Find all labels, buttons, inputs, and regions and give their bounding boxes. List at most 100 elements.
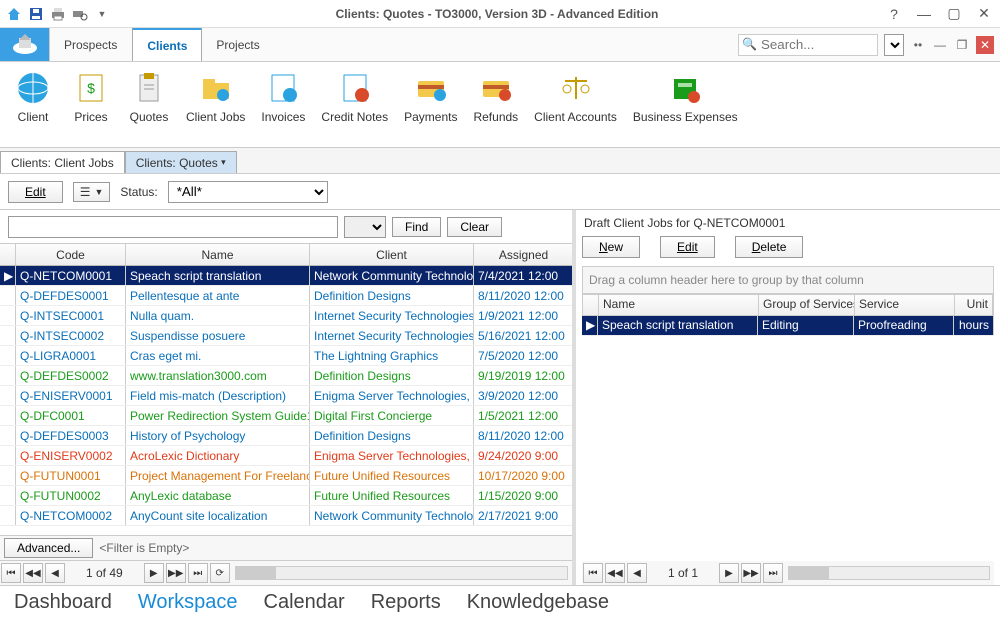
edit-button[interactable]: Edit	[8, 181, 63, 203]
tab-prospects[interactable]: Prospects	[50, 28, 132, 61]
new-button[interactable]: New	[582, 236, 640, 258]
group-by-hint[interactable]: Drag a column header here to group by th…	[582, 266, 994, 294]
status-select[interactable]: *All*	[168, 181, 328, 203]
table-row[interactable]: Q-NETCOM0002AnyCount site localizationNe…	[0, 506, 572, 526]
table-row[interactable]: Q-DEFDES0002www.translation3000.comDefin…	[0, 366, 572, 386]
print-preview-icon[interactable]	[72, 6, 88, 22]
nav-next-page-icon[interactable]: ▶▶	[166, 563, 186, 583]
search-dropdown[interactable]	[884, 34, 904, 56]
nav-prev-page-icon[interactable]: ◀◀	[23, 563, 43, 583]
nav-dashboard[interactable]: Dashboard	[14, 591, 112, 614]
row-indicator-header	[0, 244, 16, 265]
sub-overflow-icon[interactable]: ••	[910, 38, 926, 52]
ribbon-client-accounts[interactable]: Client Accounts	[530, 68, 621, 126]
doc-tab-client-jobs[interactable]: Clients: Client Jobs	[0, 151, 125, 173]
col-header-service[interactable]: Service	[855, 295, 955, 315]
ribbon-prices[interactable]: $Prices	[66, 68, 116, 126]
tab-clients[interactable]: Clients	[132, 28, 202, 61]
nav-first-icon[interactable]: ⏮	[1, 563, 21, 583]
table-row[interactable]: Q-ENISERV0001Field mis-match (Descriptio…	[0, 386, 572, 406]
print-icon[interactable]	[50, 6, 66, 22]
table-row[interactable]: Q-INTSEC0001Nulla quam.Internet Security…	[0, 306, 572, 326]
nav-workspace[interactable]: Workspace	[138, 591, 238, 614]
nav-last-icon[interactable]: ⏭	[763, 563, 783, 583]
nav-knowledgebase[interactable]: Knowledgebase	[467, 591, 609, 614]
ribbon-invoices[interactable]: Invoices	[257, 68, 309, 126]
quotes-pane: Find Clear Code Name Client Assigned ▶Q-…	[0, 210, 576, 585]
col-header-assigned[interactable]: Assigned	[474, 244, 572, 265]
advanced-filter-button[interactable]: Advanced...	[4, 538, 93, 558]
find-button[interactable]: Find	[392, 217, 441, 237]
app-icon[interactable]	[0, 28, 50, 61]
nav-next-page-icon[interactable]: ▶▶	[741, 563, 761, 583]
chevron-down-icon[interactable]: ▾	[221, 157, 226, 168]
refund-icon	[478, 70, 514, 106]
filter-status: <Filter is Empty>	[99, 541, 189, 555]
nav-prev-icon[interactable]: ◀	[627, 563, 647, 583]
prices-icon: $	[73, 70, 109, 106]
grid-body: ▶Q-NETCOM0001Speach script translationNe…	[0, 266, 572, 526]
minimize-icon[interactable]: —	[914, 6, 934, 22]
col-header-code[interactable]: Code	[16, 244, 126, 265]
table-row[interactable]: Q-DEFDES0003History of PsychologyDefinit…	[0, 426, 572, 446]
table-row[interactable]: Q-DFC0001Power Redirection System Guide1…	[0, 406, 572, 426]
ribbon-refunds[interactable]: Refunds	[469, 68, 522, 126]
search-area: 🔍 •• — ❐ ✕	[738, 28, 1000, 61]
nav-first-icon[interactable]: ⏮	[583, 563, 603, 583]
col-header-job-name[interactable]: Name	[599, 295, 759, 315]
horizontal-scrollbar[interactable]	[788, 566, 990, 580]
horizontal-scrollbar[interactable]	[235, 566, 568, 580]
filter-input[interactable]	[8, 216, 338, 238]
home-icon[interactable]	[6, 6, 22, 22]
col-header-name[interactable]: Name	[126, 244, 310, 265]
nav-prev-page-icon[interactable]: ◀◀	[605, 563, 625, 583]
expenses-icon	[667, 70, 703, 106]
sub-restore-icon[interactable]: ❐	[954, 38, 970, 52]
table-row[interactable]: Q-FUTUN0002AnyLexic databaseFuture Unifi…	[0, 486, 572, 506]
tab-projects[interactable]: Projects	[202, 28, 274, 61]
filter-column-select[interactable]	[344, 216, 386, 238]
edit-job-button[interactable]: Edit	[660, 236, 715, 258]
invoice-icon	[265, 70, 301, 106]
nav-next-icon[interactable]: ▶	[144, 563, 164, 583]
save-icon[interactable]	[28, 6, 44, 22]
close-icon[interactable]: ✕	[974, 5, 994, 22]
maximize-icon[interactable]: ▢	[944, 5, 964, 22]
qat-dropdown-icon[interactable]: ▼	[94, 6, 110, 22]
table-row[interactable]: ▶Speach script translationEditingProofre…	[582, 316, 994, 336]
window-title: Clients: Quotes - TO3000, Version 3D - A…	[110, 7, 884, 21]
search-input[interactable]	[738, 34, 878, 56]
col-header-unit[interactable]: Unit	[955, 295, 993, 315]
doc-tab-quotes[interactable]: Clients: Quotes ▾	[125, 151, 237, 173]
ribbon-quotes[interactable]: Quotes	[124, 68, 174, 126]
ribbon-payments[interactable]: Payments	[400, 68, 461, 126]
table-row[interactable]: Q-FUTUN0001Project Management For Freela…	[0, 466, 572, 486]
help-icon[interactable]: ?	[884, 6, 904, 22]
view-options-button[interactable]: ☰▼	[73, 182, 111, 202]
table-row[interactable]: Q-INTSEC0002Suspendisse posuereInternet …	[0, 326, 572, 346]
ribbon-client-jobs[interactable]: Client Jobs	[182, 68, 249, 126]
col-header-client[interactable]: Client	[310, 244, 474, 265]
sub-close-icon[interactable]: ✕	[976, 36, 994, 54]
nav-reports[interactable]: Reports	[371, 591, 441, 614]
delete-button[interactable]: Delete	[735, 236, 804, 258]
nav-refresh-icon[interactable]: ⟳	[210, 563, 230, 583]
nav-calendar[interactable]: Calendar	[264, 591, 345, 614]
table-row[interactable]: Q-LIGRA0001Cras eget mi.The Lightning Gr…	[0, 346, 572, 366]
toolbar: Edit ☰▼ Status: *All*	[0, 174, 1000, 210]
menu-bar: Prospects Clients Projects 🔍 •• — ❐ ✕	[0, 28, 1000, 62]
jobs-grid-body: ▶Speach script translationEditingProofre…	[582, 316, 994, 336]
clear-button[interactable]: Clear	[447, 217, 502, 237]
col-header-group[interactable]: Group of Services	[759, 295, 855, 315]
ribbon-client[interactable]: Client	[8, 68, 58, 126]
ribbon-credit-notes[interactable]: Credit Notes	[317, 68, 392, 126]
ribbon-business-expenses[interactable]: Business Expenses	[629, 68, 742, 126]
jobs-grid-header: Name Group of Services Service Unit	[582, 294, 994, 316]
nav-prev-icon[interactable]: ◀	[45, 563, 65, 583]
nav-last-icon[interactable]: ⏭	[188, 563, 208, 583]
sub-minimize-icon[interactable]: —	[932, 38, 948, 52]
nav-next-icon[interactable]: ▶	[719, 563, 739, 583]
table-row[interactable]: Q-DEFDES0001Pellentesque at anteDefiniti…	[0, 286, 572, 306]
table-row[interactable]: ▶Q-NETCOM0001Speach script translationNe…	[0, 266, 572, 286]
table-row[interactable]: Q-ENISERV0002AcroLexic DictionaryEnigma …	[0, 446, 572, 466]
